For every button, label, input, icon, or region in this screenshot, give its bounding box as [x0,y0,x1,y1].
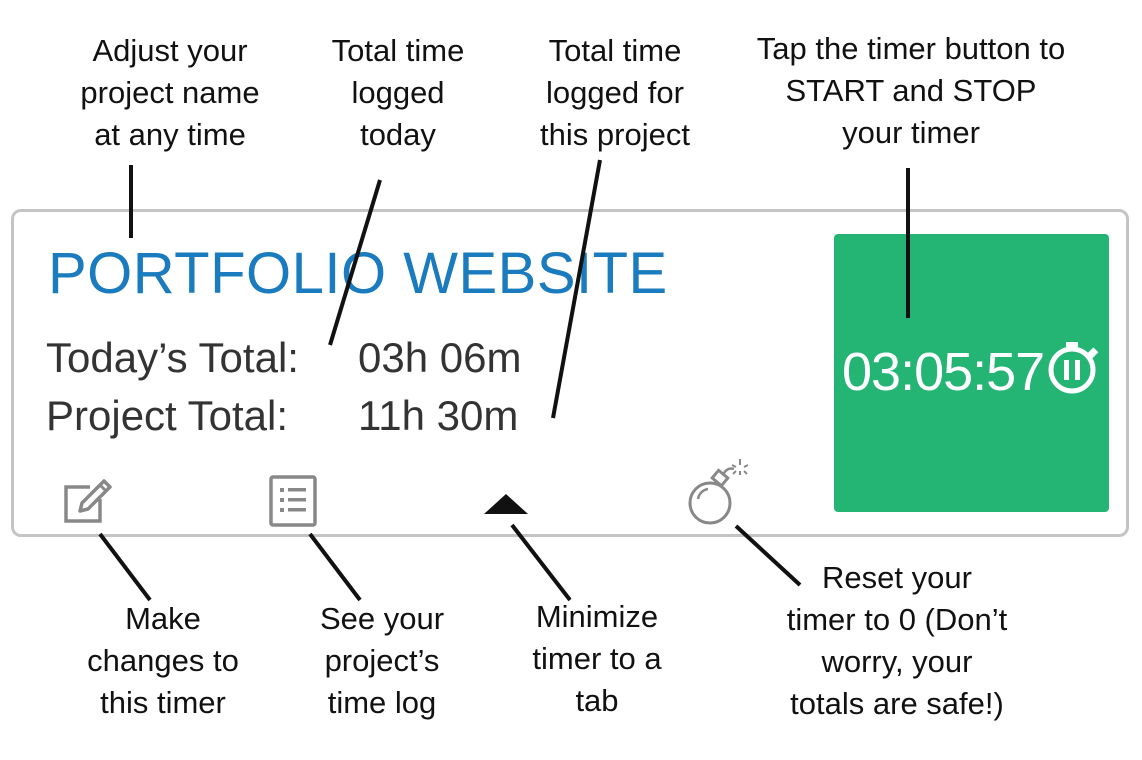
annotation-edit: Make changes to this timer [87,601,239,720]
annotation-minimize: Minimize timer to a tab [532,599,662,718]
pointer-today-total [328,179,382,346]
pointer-project-total [551,159,602,419]
annotation-time-log: See your project’s time log [319,601,445,720]
pointer-minimize [510,523,572,602]
pointer-edit [98,532,152,602]
annotation-reset: Reset your timer to 0 (Don’t worry, your… [786,560,1008,721]
pointer-time-log [308,532,362,602]
